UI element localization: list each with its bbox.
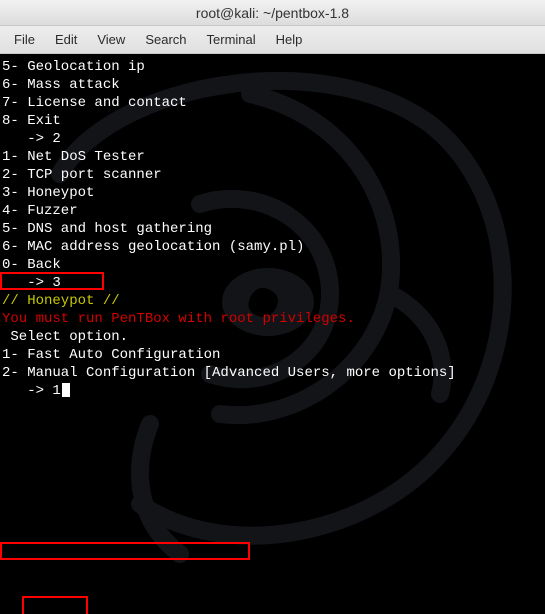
term-line-prompt-3: -> 3 [2, 274, 543, 292]
menu-edit[interactable]: Edit [47, 30, 85, 49]
term-line-mass-attack: 6- Mass attack [2, 76, 543, 94]
term-line-mac: 6- MAC address geolocation (samy.pl) [2, 238, 543, 256]
window-title: root@kali: ~/pentbox-1.8 [196, 5, 349, 21]
term-line-manual-config: 2- Manual Configuration [Advanced Users,… [2, 364, 543, 382]
term-line-dns: 5- DNS and host gathering [2, 220, 543, 238]
term-line-prompt-2: -> 2 [2, 130, 543, 148]
term-line-select-option: Select option. [2, 328, 543, 346]
menu-search[interactable]: Search [137, 30, 194, 49]
term-line-geolocation: 5- Geolocation ip [2, 58, 543, 76]
term-line-fuzzer: 4- Fuzzer [2, 202, 543, 220]
terminal-area[interactable]: 5- Geolocation ip 6- Mass attack 7- Lice… [0, 54, 545, 614]
menu-terminal[interactable]: Terminal [199, 30, 264, 49]
term-line-root-warning: You must run PenTBox with root privilege… [2, 310, 543, 328]
term-line-net-dos: 1- Net DoS Tester [2, 148, 543, 166]
highlight-fast-auto-config [0, 542, 250, 560]
term-line-honeypot: 3- Honeypot [2, 184, 543, 202]
text-cursor [62, 383, 70, 397]
titlebar: root@kali: ~/pentbox-1.8 [0, 0, 545, 26]
term-line-exit: 8- Exit [2, 112, 543, 130]
term-line-back: 0- Back [2, 256, 543, 274]
menu-help[interactable]: Help [268, 30, 311, 49]
term-line-fast-auto: 1- Fast Auto Configuration [2, 346, 543, 364]
prompt-arrow: -> [2, 383, 52, 399]
highlight-prompt-input [22, 596, 88, 614]
term-line-license: 7- License and contact [2, 94, 543, 112]
term-line-honeypot-header: // Honeypot // [2, 292, 543, 310]
menu-view[interactable]: View [89, 30, 133, 49]
terminal-window: root@kali: ~/pentbox-1.8 File Edit View … [0, 0, 545, 614]
prompt-input-value[interactable]: 1 [52, 383, 60, 399]
term-line-prompt-current: -> 1 [2, 382, 543, 400]
term-line-tcp-scanner: 2- TCP port scanner [2, 166, 543, 184]
menubar: File Edit View Search Terminal Help [0, 26, 545, 54]
menu-file[interactable]: File [6, 30, 43, 49]
